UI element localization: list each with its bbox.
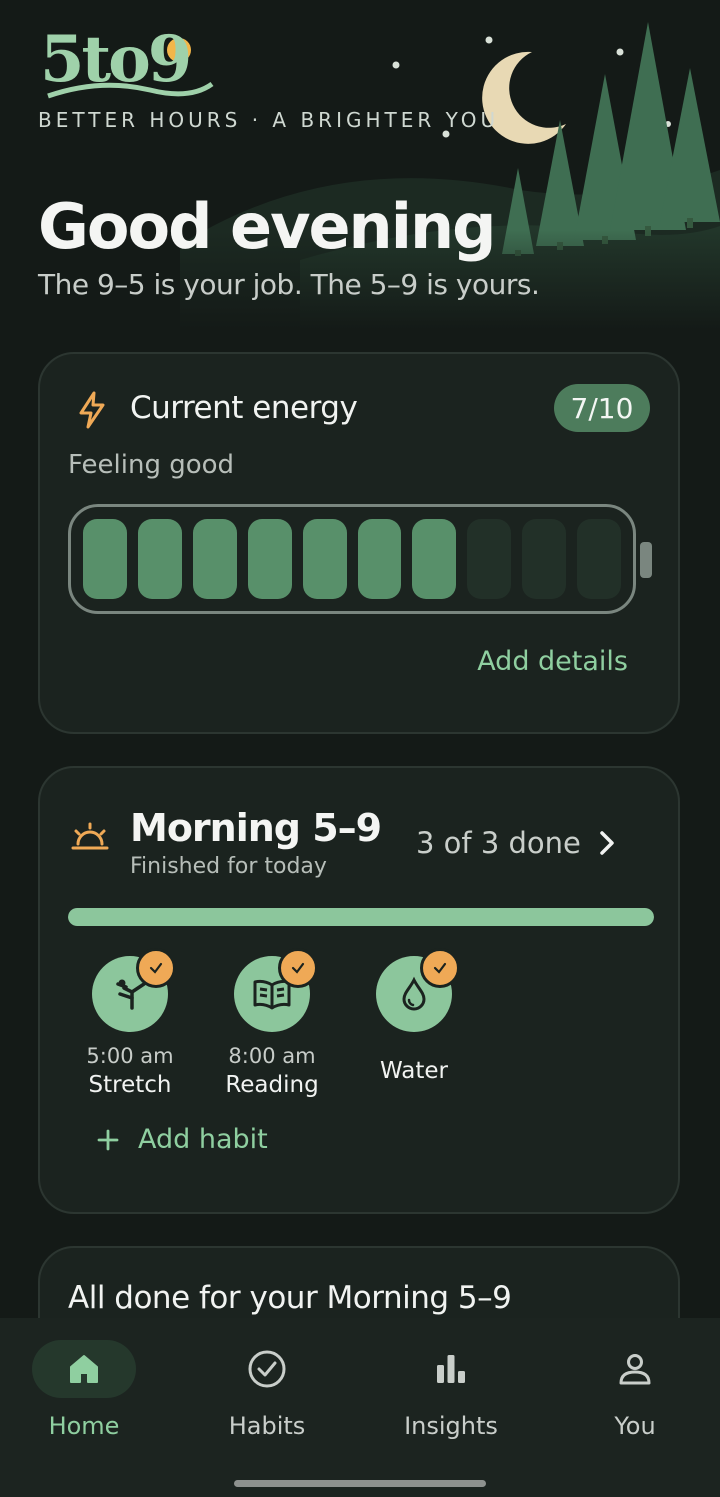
add-habit-label: Add habit (138, 1124, 268, 1155)
home-icon (70, 1355, 98, 1383)
nav-label-home: Home (48, 1412, 120, 1440)
energy-status: Feeling good (68, 450, 235, 480)
summary-title: All done for your Morning 5–9 (68, 1280, 512, 1316)
energy-battery-meter[interactable] (68, 504, 636, 614)
battery-cell (467, 519, 512, 599)
battery-cell (83, 519, 127, 599)
habit-name: Water (380, 1058, 448, 1084)
battery-cell (192, 519, 237, 599)
bar-chart-icon (437, 1355, 465, 1383)
plus-icon (97, 1129, 119, 1150)
nav-item-you[interactable]: You (560, 1340, 710, 1440)
lightning-icon (76, 390, 108, 434)
energy-card[interactable]: Current energy 7/10 Feeling good Add det… (38, 352, 680, 734)
routine-progress-fill (68, 908, 654, 926)
habit-name: Stretch (88, 1072, 172, 1098)
check-circle-icon (248, 1350, 286, 1388)
battery-cell (137, 519, 182, 599)
morning-routine-card: Morning 5–9 Finished for today 3 of 3 do… (38, 766, 680, 1214)
page-title: Good evening (38, 190, 496, 263)
add-habit-button[interactable]: Add habit (96, 1124, 268, 1155)
app-tagline: BETTER HOURS · A BRIGHTER YOU (38, 108, 500, 132)
habit-water[interactable]: Water (344, 948, 484, 1086)
battery-tip (640, 542, 652, 578)
habit-time: 8:00 am (228, 1044, 316, 1068)
habit-icon-circle (92, 948, 176, 1032)
routine-subtitle: Finished for today (130, 854, 327, 879)
nav-item-habits[interactable]: Habits (192, 1340, 342, 1440)
nav-item-home[interactable]: Home (9, 1340, 159, 1440)
habit-icon-circle (234, 948, 318, 1032)
battery-cell (522, 519, 567, 599)
nav-item-insights[interactable]: Insights (376, 1340, 526, 1440)
habit-icon-circle (376, 948, 460, 1032)
chevron-right-icon[interactable] (596, 828, 618, 862)
habit-stretch[interactable]: 5:00 am Stretch (60, 948, 200, 1100)
habit-time: 5:00 am (86, 1044, 174, 1068)
routine-progress-bar (68, 908, 654, 926)
energy-title: Current energy (130, 390, 358, 426)
routine-title: Morning 5–9 (130, 806, 382, 850)
battery-cell (247, 519, 292, 599)
habit-reading[interactable]: 8:00 am Reading (202, 948, 342, 1100)
bottom-nav: Home Habits Insights You (0, 1318, 720, 1497)
nav-label-insights: Insights (404, 1412, 498, 1440)
page-subtitle: The 9–5 is your job. The 5–9 is yours. (38, 268, 540, 301)
check-icon (136, 948, 176, 988)
sunrise-icon (70, 822, 110, 858)
habit-name: Reading (225, 1072, 319, 1098)
check-icon (420, 948, 460, 988)
battery-cell (412, 519, 457, 599)
person-icon (619, 1354, 651, 1385)
battery-cell (302, 519, 347, 599)
battery-cell (577, 519, 622, 599)
energy-score-badge: 7/10 (554, 384, 650, 432)
routine-progress-count: 3 of 3 done (416, 826, 581, 860)
logo-wordmark: 5to9 (40, 22, 192, 97)
add-details-button[interactable]: Add details (477, 646, 628, 677)
home-indicator[interactable] (234, 1480, 486, 1487)
battery-cell (357, 519, 402, 599)
nav-label-you: You (614, 1412, 656, 1440)
check-icon (278, 948, 318, 988)
nav-label-habits: Habits (228, 1412, 306, 1440)
